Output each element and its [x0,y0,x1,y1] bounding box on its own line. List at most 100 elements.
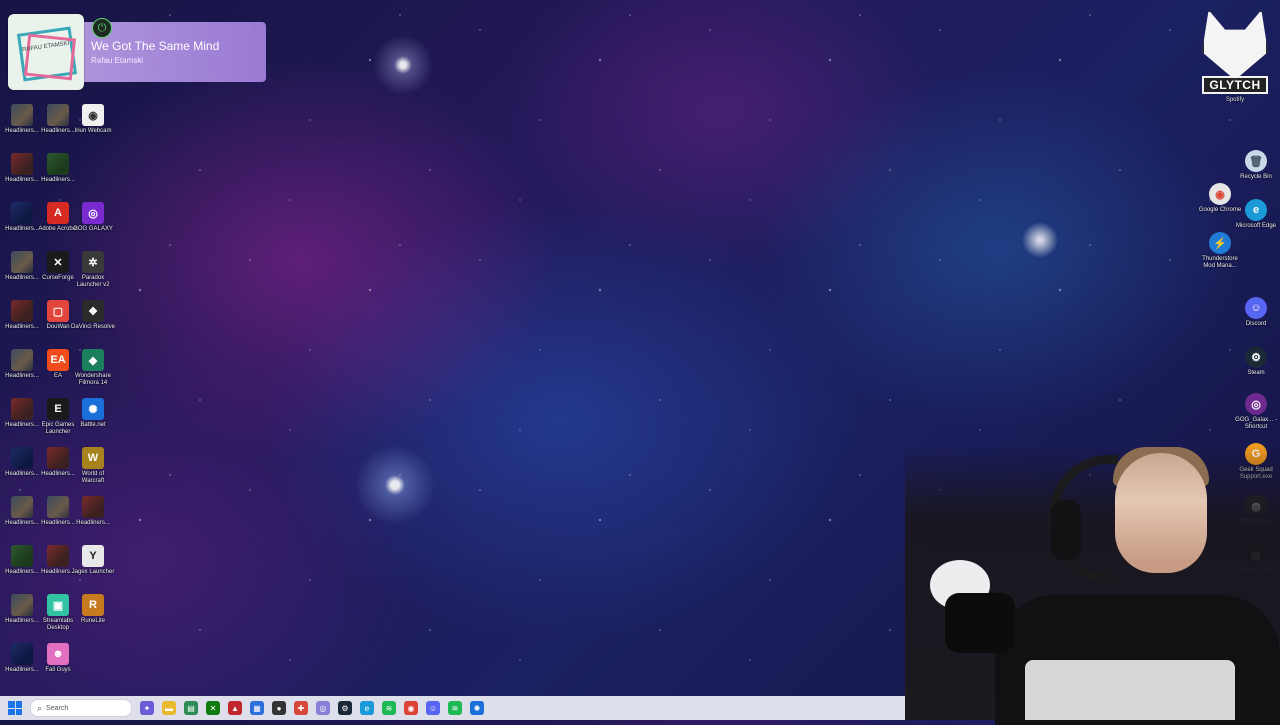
desktop-icon-label: Discord [1245,321,1267,327]
acrobat-icon: A [47,202,69,224]
taskbar-store-icon[interactable]: ▦ [250,701,264,715]
taskbar-edge-icon[interactable]: e [360,701,374,715]
davinci-resolve-icon: ❖ [82,300,104,322]
desktop-icon-label: RuneLite [80,618,106,624]
start-button[interactable] [8,701,22,715]
taskbar-battlenet-icon[interactable]: ✺ [470,701,484,715]
desktop-icon[interactable]: ◎ GOG_Galax... - Shortcut [1234,393,1278,431]
desktop-icon-label: DaVinci Resolve [71,324,115,330]
thumbnail-icon [47,153,69,175]
desktop-icon[interactable]: Headliners... [36,153,80,184]
glytch-logo: GLYTCH Spotify [1201,10,1269,103]
filmora-icon: ◆ [82,349,104,371]
desktop-icon[interactable]: ⚡ Thunderstore Mod Mana... [1198,232,1242,270]
thunderstore-icon: ⚡ [1209,232,1231,254]
taskbar-copilot-icon[interactable]: ✦ [140,701,154,715]
douwan-icon: ▢ [47,300,69,322]
taskbar-spotify2-icon[interactable]: ≋ [448,701,462,715]
gog-shortcut-icon: ◎ [1245,393,1267,415]
search-placeholder: Search [46,704,69,712]
fox-logo-icon [1202,10,1268,80]
logo-subtext: Spotify [1225,97,1245,103]
jagex-icon: Y [82,545,104,567]
desktop-icon[interactable]: ✺ Battle.net [71,398,115,429]
thumbnail-icon [11,398,33,420]
taskbar-chrome-icon[interactable]: ◉ [404,701,418,715]
desktop-icon[interactable]: ☻ Fall Guys [36,643,80,674]
taskbar-xbox-icon[interactable]: ✕ [206,701,220,715]
taskbar-discord-icon[interactable]: ☺ [426,701,440,715]
desktop-icon[interactable]: ◆ Wondershare Filmora 14 [71,349,115,387]
desktop-icon[interactable]: ✲ Paradox Launcher v2 [71,251,115,289]
album-art: RAFAU ETAMSKI [8,14,84,90]
runelite-icon: R [82,594,104,616]
desktop-icon-label: Battle.net [80,422,106,428]
chrome-icon: ◉ [1209,183,1231,205]
taskbar-app-purple-icon[interactable]: ◎ [316,701,330,715]
thumbnail-icon [47,104,69,126]
thumbnail-icon [11,300,33,322]
thumbnail-icon [11,349,33,371]
webcam-icon: ◉ [82,104,104,126]
thumbnail-icon [11,153,33,175]
thumbnail-icon [47,447,69,469]
track-artist: Rafau Etamski [91,56,144,65]
desktop-icon-label: Headliners... [76,520,110,526]
paradox-icon: ✲ [82,251,104,273]
taskbar-search[interactable]: ⌕ Search [30,699,132,717]
desktop-icon[interactable]: Headliners... [71,496,115,527]
taskbar-file-explorer-icon[interactable]: ▬ [162,701,176,715]
desktop-icon[interactable]: e Microsoft Edge [1234,199,1278,230]
discord-icon: ☺ [1245,297,1267,319]
recycle-bin-icon: 🗑 [1245,150,1267,172]
desktop-icon-label: GOG GALAXY [73,226,113,232]
desktop-icon-label: Wondershare Filmora 14 [75,373,111,386]
battlenet-icon: ✺ [82,398,104,420]
desktop-icon[interactable]: ❖ DaVinci Resolve [71,300,115,331]
desktop-icon-label: Headliners... [41,177,75,183]
taskbar-app-green-icon[interactable]: ▤ [184,701,198,715]
desktop-icon[interactable]: ☺ Discord [1234,297,1278,328]
thumbnail-icon [11,496,33,518]
desktop-icon-label: World of Warcraft [81,471,105,484]
taskbar-app-multi-icon[interactable]: ✚ [294,701,308,715]
thumbnail-icon [11,251,33,273]
desktop-icon[interactable]: ◎ GOG GALAXY [71,202,115,233]
desktop-icon[interactable]: 🗑 Recycle Bin [1234,150,1278,181]
search-icon: ⌕ [37,702,43,713]
taskbar-obs-icon[interactable]: ● [272,701,286,715]
thumbnail-icon [11,202,33,224]
desktop-icon-label: Thunderstore Mod Mana... [1202,256,1238,269]
taskbar-spotify-icon[interactable]: ≋ [382,701,396,715]
fall-guys-icon: ☻ [47,643,69,665]
desktop-icon[interactable]: ◉ Iriun Webcam [71,104,115,135]
now-playing-widget: RAFAU ETAMSKI ⏻ We Got The Same Mind Raf… [8,14,266,90]
thumbnail-icon [11,104,33,126]
thumbnail-icon [47,545,69,567]
desktop-icon-label: Paradox Launcher v2 [76,275,110,288]
desktop-icon-label: Microsoft Edge [1235,223,1277,229]
edge-icon: e [1245,199,1267,221]
desktop-icon-label: Iriun Webcam [74,128,112,134]
desktop-icon-label: Jagex Launcher [71,569,115,575]
webcam-overlay [905,445,1280,725]
steam-icon: ⚙ [1245,346,1267,368]
desktop-icon[interactable]: W World of Warcraft [71,447,115,485]
desktop-icon[interactable]: ⚙ Steam [1234,346,1278,377]
power-icon[interactable]: ⏻ [92,18,112,38]
gog-galaxy-icon: ◎ [82,202,104,224]
curseforge-icon: ✕ [47,251,69,273]
taskbar-steam-icon[interactable]: ⚙ [338,701,352,715]
desktop-icon[interactable]: R RuneLite [71,594,115,625]
ea-icon: EA [47,349,69,371]
thumbnail-icon [11,545,33,567]
desktop-icon[interactable]: Y Jagex Launcher [71,545,115,576]
taskbar: ⌕ Search ✦ ▬ ▤ ✕ ▲ ▦ ● ✚ ◎ ⚙ e ≋ ◉ ☺ ≋ ✺ [0,696,905,720]
thumbnail-icon [11,594,33,616]
thumbnail-icon [11,643,33,665]
taskbar-app-red-icon[interactable]: ▲ [228,701,242,715]
desktop-icon-label: Fall Guys [45,667,71,673]
thumbnail-icon [11,447,33,469]
thumbnail-icon [82,496,104,518]
epic-games-icon: E [47,398,69,420]
